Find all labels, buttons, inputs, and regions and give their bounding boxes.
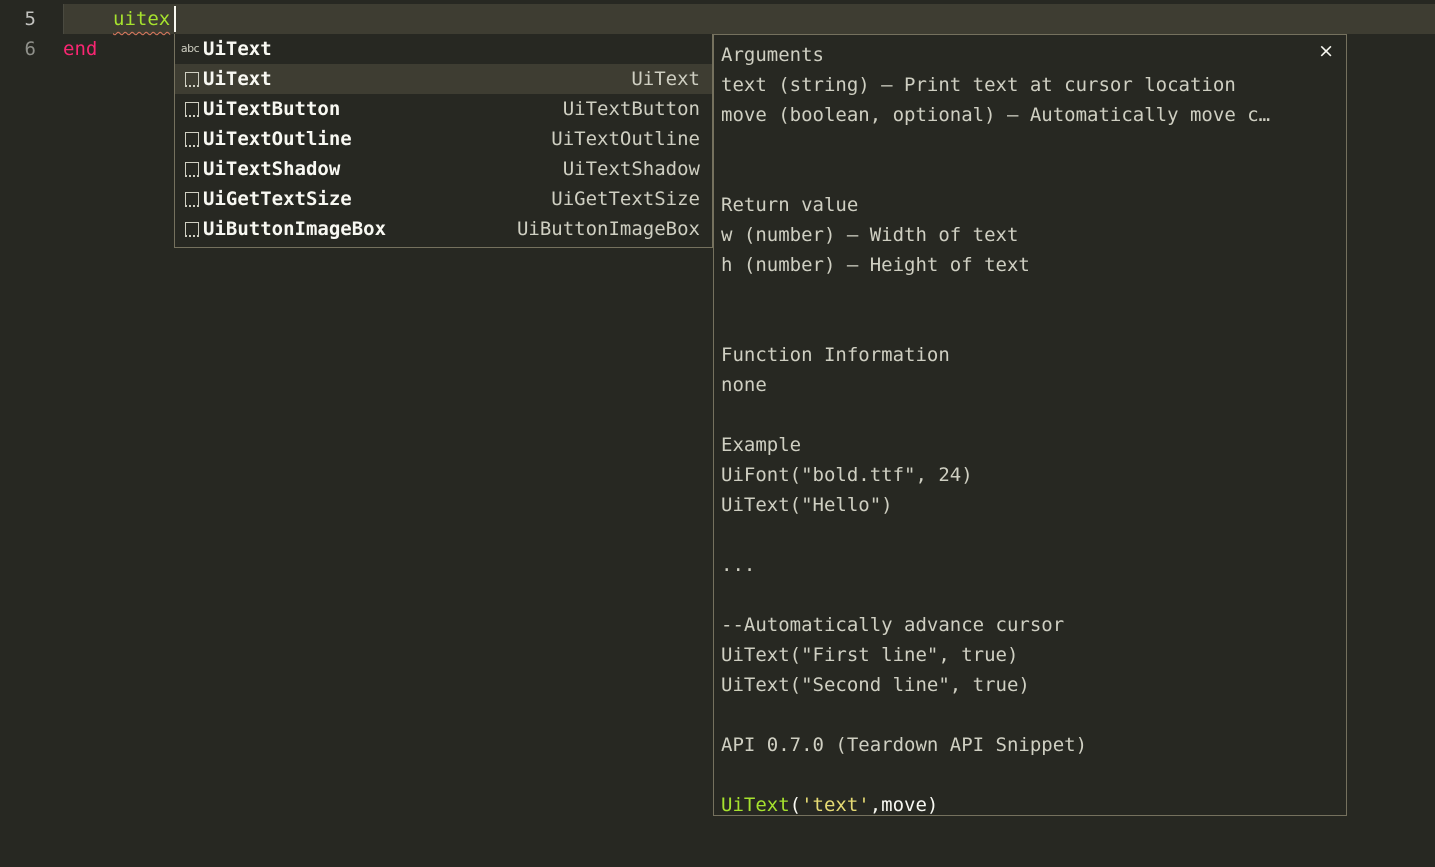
abc-icon: abc [179,34,201,64]
completion-annotation: UiText [631,68,700,90]
doc-blank [721,580,1326,610]
doc-example-line: UiText("Second line", true) [721,674,1030,696]
snippet-icon [179,184,201,214]
completion-trigger: UiGetTextSize [203,188,352,210]
completion-item-selected[interactable]: UiText UiText [175,64,712,94]
current-line-highlight [63,4,1435,34]
doc-heading-example: Example [721,434,802,456]
doc-return-w: w (number) – Width of text [721,224,1019,246]
completion-trigger: UiButtonImageBox [203,218,387,240]
line-number: 6 [24,38,36,60]
kind-label: abc [180,42,200,55]
completion-annotation: UiTextShadow [562,158,700,180]
doc-blank [721,160,1326,190]
completion-item[interactable]: UiTextShadow UiTextShadow [175,154,712,184]
doc-body: Arguments text (string) – Print text at … [721,40,1326,820]
doc-return-h: h (number) – Height of text [721,254,1030,276]
doc-heading-function-info: Function Information [721,344,950,366]
completion-trigger: UiTextButton [203,98,341,120]
doc-signature: UiText('text',move) [721,790,1326,820]
documentation-popup[interactable]: × Arguments text (string) – Print text a… [713,34,1347,816]
signature-rest: ,move) [869,794,939,816]
completion-annotation: UiTextButton [562,98,700,120]
doc-arg-text: text (string) – Print text at cursor loc… [721,74,1236,96]
doc-example-line: UiText("Hello") [721,494,893,516]
completion-trigger: UiTextShadow [203,158,341,180]
line-number: 5 [24,8,36,30]
doc-heading-arguments: Arguments [721,44,824,66]
completion-item[interactable]: UiTextButton UiTextButton [175,94,712,124]
doc-example-line: UiText("First line", true) [721,644,1019,666]
completion-annotation: UiGetTextSize [551,188,700,210]
doc-blank [721,310,1326,340]
completion-annotation: UiTextOutline [551,128,700,150]
snippet-icon [179,64,201,94]
doc-blank [721,760,1326,790]
signature-arg-string: 'text' [801,794,870,816]
completion-item[interactable]: UiTextOutline UiTextOutline [175,124,712,154]
doc-blank [721,700,1326,730]
signature-paren: ( [789,794,802,816]
snippet-icon [179,124,201,154]
autocomplete-popup[interactable]: abc UiText UiText UiText UiTextButton Ui… [174,34,713,248]
gutter-edge [63,4,64,34]
completion-item[interactable]: abc UiText [175,34,712,64]
completion-annotation: UiButtonImageBox [516,218,700,240]
snippet-icon [179,154,201,184]
doc-blank [721,400,1326,430]
text-caret [174,6,176,32]
doc-blank [721,130,1326,160]
typed-text[interactable]: uitex [113,4,170,34]
code-editor[interactable]: 5 uitex 6 end abc UiText UiText UiText U… [0,0,1435,867]
doc-arg-move: move (boolean, optional) – Automatically… [721,104,1271,126]
doc-example-comment: --Automatically advance cursor [721,614,1065,636]
doc-blank [721,280,1326,310]
snippet-icon [179,214,201,244]
completion-trigger: UiText [203,38,272,60]
doc-api-version: API 0.7.0 (Teardown API Snippet) [721,734,1088,756]
completion-trigger: UiTextOutline [203,128,352,150]
doc-ellipsis: ... [721,554,756,576]
completion-item[interactable]: UiButtonImageBox UiButtonImageBox [175,214,712,244]
completion-item[interactable]: UiGetTextSize UiGetTextSize [175,184,712,214]
snippet-icon [179,94,201,124]
doc-blank [721,520,1326,550]
doc-heading-return: Return value [721,194,859,216]
doc-example-line: UiFont("bold.ttf", 24) [721,464,973,486]
doc-function-info: none [721,374,767,396]
completion-trigger: UiText [203,68,272,90]
keyword-end[interactable]: end [63,34,97,64]
signature-function: UiText [721,794,790,816]
